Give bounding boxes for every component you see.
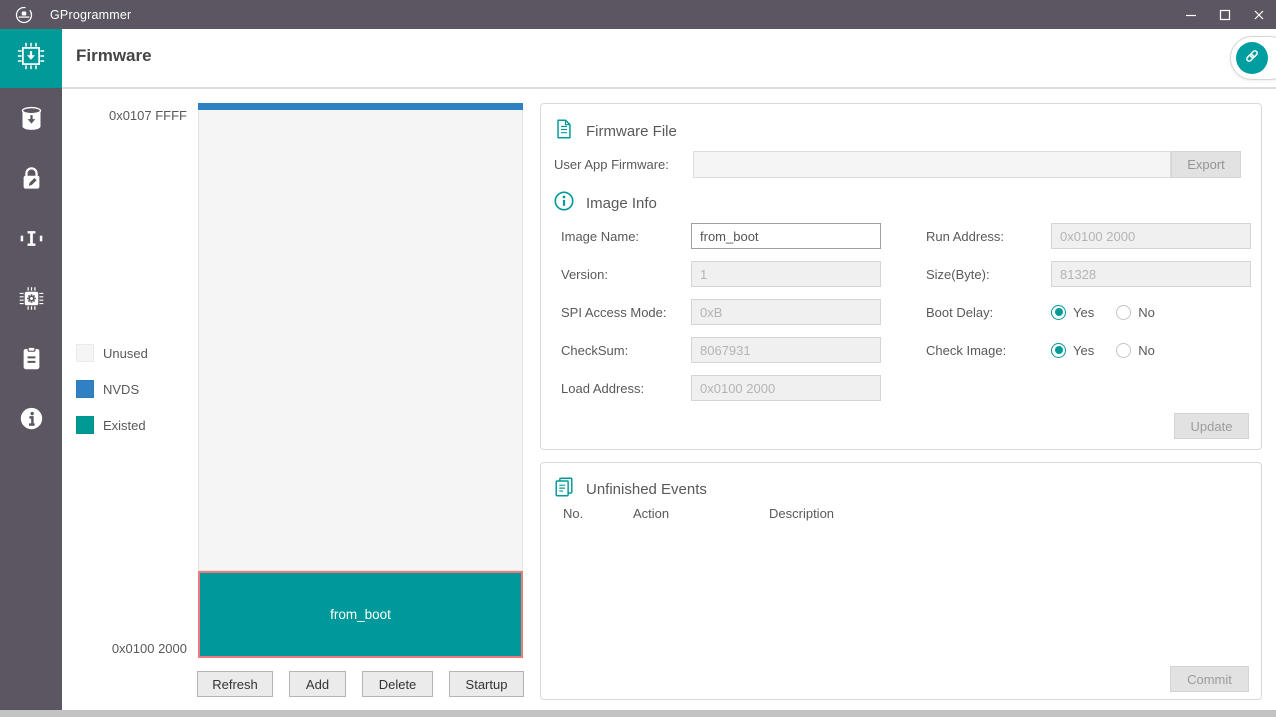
unfinished-events-card: Unfinished Events No. Action Description… — [540, 462, 1262, 700]
unfinished-events-title: Unfinished Events — [586, 481, 707, 498]
check-image-no-radio[interactable]: No — [1116, 342, 1155, 358]
refresh-button[interactable]: Refresh — [197, 671, 273, 697]
legend-swatch-existed — [76, 416, 94, 434]
legend-swatch-nvds — [76, 380, 94, 398]
startup-button[interactable]: Startup — [449, 671, 524, 697]
sidebar-item-flash[interactable] — [0, 91, 62, 151]
boot-delay-no-radio[interactable]: No — [1116, 304, 1155, 320]
run-address-row: Run Address: — [926, 217, 1251, 255]
sidebar-item-encrypt-sign[interactable] — [0, 151, 62, 211]
page-header: Firmware — [62, 29, 1276, 89]
events-table-body — [553, 527, 1249, 657]
gprogrammer-window: GProgrammer Firmware 0x0107 FFFF 0x0100 … — [0, 0, 1276, 717]
check-image-row: Check Image: Yes No — [926, 331, 1251, 369]
sidebar-item-firmware[interactable] — [0, 29, 62, 88]
close-button[interactable] — [1242, 0, 1276, 29]
memory-legend: Unused NVDS Existed — [76, 344, 148, 452]
column-no: No. — [563, 506, 584, 521]
check-image-radio-group: Yes No — [1051, 342, 1177, 358]
version-input[interactable] — [691, 261, 881, 287]
sidebar-item-chip-config[interactable] — [0, 271, 62, 331]
spi-access-mode-input[interactable] — [691, 299, 881, 325]
clipboard-icon — [18, 345, 45, 377]
memory-toolbar: Refresh Add Delete Startup — [197, 671, 524, 697]
spi-access-mode-row: SPI Access Mode: — [561, 293, 926, 331]
connect-device-button[interactable] — [1236, 42, 1268, 74]
firmware-file-title: Firmware File — [586, 123, 677, 140]
flash-download-icon — [18, 105, 45, 137]
connect-pill — [1230, 36, 1276, 80]
events-table-header: No. Action Description — [563, 506, 969, 521]
size-input[interactable] — [1051, 261, 1251, 287]
window-controls — [1174, 0, 1276, 29]
checksum-row: CheckSum: — [561, 331, 926, 369]
radio-selected-icon — [1051, 342, 1066, 358]
sidebar — [0, 29, 62, 710]
size-row: Size(Byte): — [926, 255, 1251, 293]
sidebar-item-about[interactable] — [0, 391, 62, 451]
legend-item-nvds: NVDS — [76, 380, 148, 398]
chip-download-icon — [16, 41, 46, 76]
sidebar-item-device-log[interactable] — [0, 331, 62, 391]
add-button[interactable]: Add — [289, 671, 346, 697]
delete-button[interactable]: Delete — [362, 671, 433, 697]
goodix-logo-icon — [14, 5, 34, 25]
page-title: Firmware — [76, 46, 152, 65]
radio-unselected-icon — [1116, 304, 1132, 320]
firmware-file-card: Firmware File User App Firmware: Export … — [540, 103, 1262, 450]
load-address-input[interactable] — [691, 375, 881, 401]
memory-block-label: from_boot — [330, 607, 391, 622]
memory-map: from_boot — [198, 103, 523, 658]
legend-swatch-unused — [76, 344, 94, 362]
document-icon — [553, 118, 586, 145]
boot-delay-radio-group: Yes No — [1051, 304, 1177, 320]
connector-icon — [18, 225, 45, 257]
lock-pencil-icon — [18, 165, 45, 197]
check-image-yes-radio[interactable]: Yes — [1051, 342, 1094, 358]
form-empty-cell — [926, 369, 1251, 407]
memory-block-from-boot[interactable]: from_boot — [198, 571, 523, 658]
checksum-input[interactable] — [691, 337, 881, 363]
link-icon — [1243, 47, 1261, 70]
legend-item-unused: Unused — [76, 344, 148, 362]
export-button[interactable]: Export — [1171, 151, 1241, 178]
info-icon — [18, 405, 45, 437]
image-info-title: Image Info — [586, 195, 657, 212]
chip-gear-icon — [18, 285, 45, 317]
app-title: GProgrammer — [50, 7, 132, 22]
image-info-form: Image Name: Run Address: Version: Size(B… — [561, 217, 1251, 407]
stacked-documents-icon — [553, 476, 586, 503]
memory-block-unused[interactable] — [198, 110, 523, 571]
image-info-header: Image Info — [553, 190, 657, 217]
column-action: Action — [633, 506, 670, 521]
minimize-button[interactable] — [1174, 0, 1208, 29]
memory-top-address: 0x0107 FFFF — [108, 108, 187, 123]
user-app-firmware-label: User App Firmware: — [554, 157, 669, 172]
unfinished-events-header: Unfinished Events — [553, 476, 707, 503]
version-row: Version: — [561, 255, 926, 293]
firmware-file-header: Firmware File — [553, 118, 677, 145]
commit-button[interactable]: Commit — [1170, 666, 1249, 692]
column-description: Description — [769, 506, 835, 521]
title-bar: GProgrammer — [0, 0, 1276, 29]
image-name-input[interactable] — [691, 223, 881, 249]
sidebar-item-device-connect[interactable] — [0, 211, 62, 271]
load-address-row: Load Address: — [561, 369, 926, 407]
run-address-input[interactable] — [1051, 223, 1251, 249]
radio-unselected-icon — [1116, 342, 1132, 358]
image-name-row: Image Name: — [561, 217, 926, 255]
user-app-firmware-input[interactable] — [693, 151, 1171, 178]
boot-delay-yes-radio[interactable]: Yes — [1051, 304, 1094, 320]
boot-delay-row: Boot Delay: Yes No — [926, 293, 1251, 331]
update-button[interactable]: Update — [1174, 413, 1249, 439]
legend-item-existed: Existed — [76, 416, 148, 434]
maximize-button[interactable] — [1208, 0, 1242, 29]
memory-block-nvds[interactable] — [198, 103, 523, 110]
window-bottom-edge — [0, 710, 1276, 717]
info-circle-icon — [553, 190, 586, 217]
memory-bottom-address: 0x0100 2000 — [111, 641, 187, 656]
radio-selected-icon — [1051, 304, 1066, 320]
